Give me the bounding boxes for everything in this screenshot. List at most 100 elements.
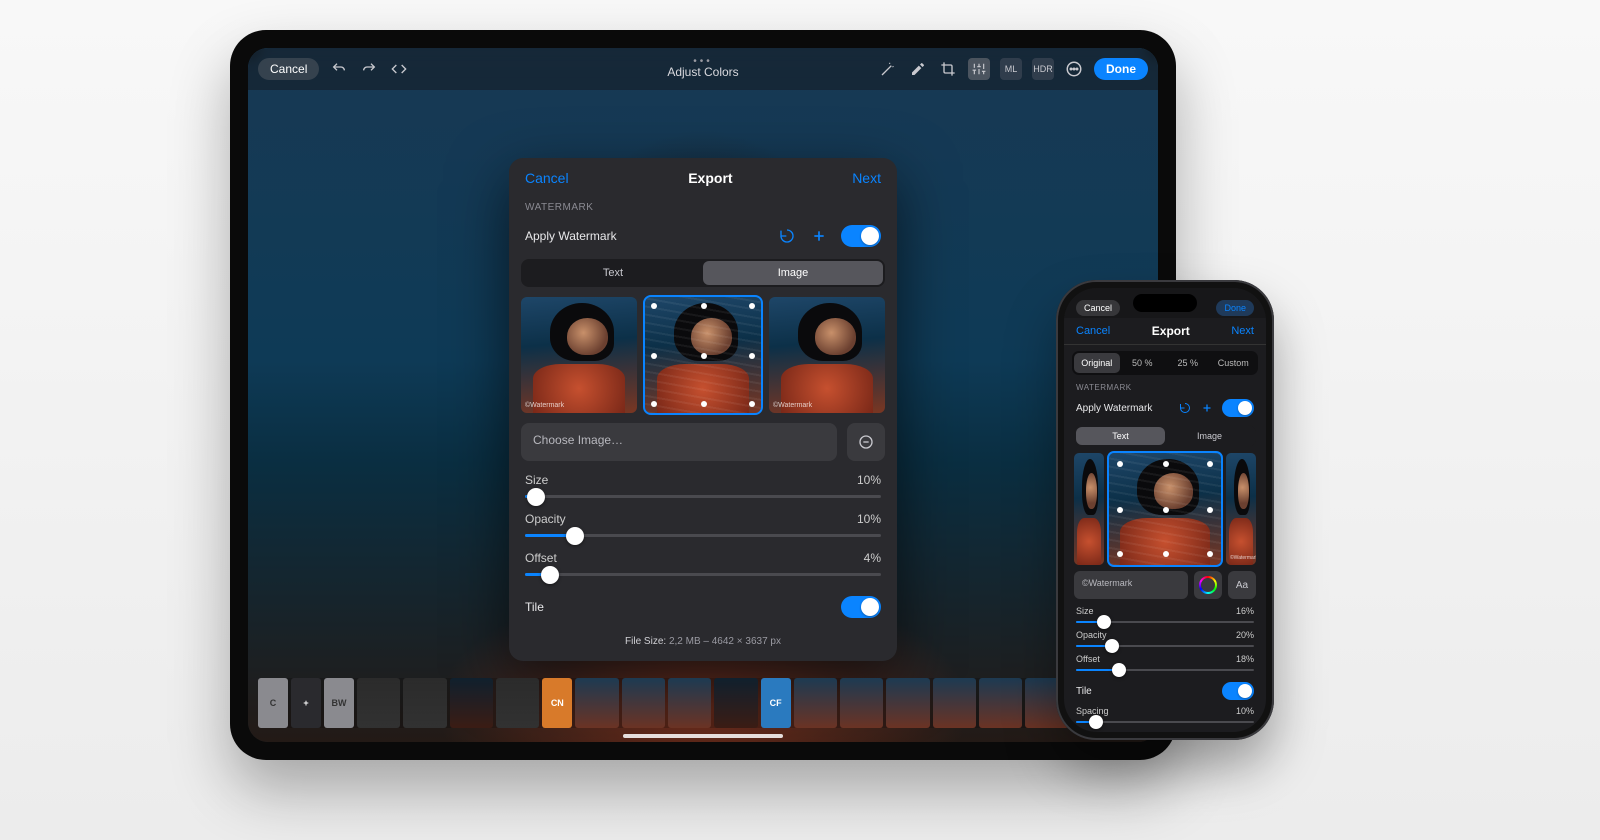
tile-toggle[interactable] bbox=[841, 596, 881, 618]
preset-thumb[interactable] bbox=[622, 678, 665, 728]
preset-thumb[interactable] bbox=[794, 678, 837, 728]
reset-icon[interactable] bbox=[777, 226, 797, 246]
done-button[interactable]: Done bbox=[1216, 300, 1254, 316]
modal-next-button[interactable]: Next bbox=[852, 170, 881, 186]
color-picker-button[interactable] bbox=[1194, 571, 1222, 599]
screen-title: Adjust Colors bbox=[667, 65, 738, 79]
preset-thumb[interactable] bbox=[575, 678, 618, 728]
tab-image[interactable]: Image bbox=[703, 261, 883, 285]
apply-watermark-toggle[interactable] bbox=[841, 225, 881, 247]
modal-title: Export bbox=[688, 170, 732, 186]
size-value: 16% bbox=[1236, 606, 1254, 616]
cancel-button[interactable]: Cancel bbox=[1076, 300, 1120, 316]
preset-thumb[interactable] bbox=[668, 678, 711, 728]
wand-icon[interactable] bbox=[878, 59, 898, 79]
offset-track[interactable] bbox=[1076, 669, 1254, 671]
file-size-footer: File Size: 2,2 MB – 4642 × 3637 px bbox=[509, 626, 897, 661]
opacity-value: 20% bbox=[1236, 630, 1254, 640]
preview-left[interactable] bbox=[1074, 453, 1104, 565]
tab-text[interactable]: Text bbox=[523, 261, 703, 285]
watermark-type-segment: Text Image bbox=[1074, 425, 1256, 447]
preset-thumb[interactable] bbox=[496, 678, 539, 728]
preset-label-bw[interactable]: BW bbox=[324, 678, 354, 728]
modal-title: Export bbox=[1152, 324, 1190, 338]
preset-thumb[interactable] bbox=[450, 678, 493, 728]
ml-icon[interactable]: ML bbox=[1000, 58, 1022, 80]
size-slider: Size 10% bbox=[509, 471, 897, 510]
modal-cancel-button[interactable]: Cancel bbox=[525, 170, 569, 186]
pencil-icon[interactable] bbox=[908, 59, 928, 79]
size-50[interactable]: 50 % bbox=[1120, 353, 1166, 373]
preset-thumb[interactable] bbox=[403, 678, 446, 728]
code-icon[interactable] bbox=[389, 59, 409, 79]
modal-next-button[interactable]: Next bbox=[1231, 325, 1254, 337]
watermark-previews: ©Watermark ©Watermark bbox=[509, 297, 897, 423]
preset-label-cn[interactable]: CN bbox=[542, 678, 572, 728]
font-button[interactable]: Aa bbox=[1228, 571, 1256, 599]
apply-watermark-toggle[interactable] bbox=[1222, 399, 1254, 417]
size-label: Size bbox=[1076, 606, 1094, 616]
size-track[interactable] bbox=[525, 495, 881, 498]
editor-topbar: Cancel ••• Adjust Colors ML HDR Done bbox=[248, 48, 1158, 90]
watermark-section-label: WATERMARK bbox=[1064, 381, 1266, 394]
dynamic-island bbox=[1133, 294, 1197, 312]
done-button[interactable]: Done bbox=[1094, 58, 1148, 80]
opacity-track[interactable] bbox=[1076, 645, 1254, 647]
spacing-track[interactable] bbox=[1076, 721, 1254, 723]
size-25[interactable]: 25 % bbox=[1165, 353, 1211, 373]
watermark-text-field[interactable]: ©Watermark bbox=[1074, 571, 1188, 599]
offset-label: Offset bbox=[1076, 654, 1100, 664]
watermark-type-segment: Text Image bbox=[521, 259, 885, 287]
hdr-icon[interactable]: HDR bbox=[1032, 58, 1054, 80]
preset-thumb[interactable] bbox=[979, 678, 1022, 728]
preview-center[interactable] bbox=[645, 297, 761, 413]
undo-icon[interactable] bbox=[329, 59, 349, 79]
tab-text[interactable]: Text bbox=[1076, 427, 1165, 445]
add-icon[interactable] bbox=[809, 226, 829, 246]
reset-icon[interactable] bbox=[1178, 401, 1192, 415]
preset-thumb[interactable] bbox=[840, 678, 883, 728]
preview-center[interactable] bbox=[1109, 453, 1221, 565]
offset-value: 18% bbox=[1236, 654, 1254, 664]
ipad-device: Cancel ••• Adjust Colors ML HDR Done bbox=[230, 30, 1176, 760]
add-icon[interactable] bbox=[1200, 401, 1214, 415]
preset-add-button[interactable]: + bbox=[291, 678, 321, 728]
preset-thumb[interactable] bbox=[886, 678, 929, 728]
cancel-button[interactable]: Cancel bbox=[258, 58, 319, 80]
size-custom[interactable]: Custom bbox=[1211, 353, 1257, 373]
adjust-icon[interactable] bbox=[968, 58, 990, 80]
preview-left[interactable]: ©Watermark bbox=[521, 297, 637, 413]
size-track[interactable] bbox=[1076, 621, 1254, 623]
preset-thumb[interactable] bbox=[357, 678, 400, 728]
preview-right[interactable]: ©Watermark bbox=[769, 297, 885, 413]
crop-icon[interactable] bbox=[938, 59, 958, 79]
iphone-device: Cancel Done Cancel Export Next Original … bbox=[1056, 280, 1274, 740]
modal-cancel-button[interactable]: Cancel bbox=[1076, 325, 1110, 337]
tab-image[interactable]: Image bbox=[1165, 427, 1254, 445]
file-size-footer: File Size: 2,7 MB – 4642 × 3637 px bbox=[1064, 729, 1266, 732]
spacing-slider: Spacing10% bbox=[1064, 705, 1266, 729]
offset-label: Offset bbox=[525, 551, 557, 565]
preset-thumb[interactable] bbox=[714, 678, 757, 728]
options-button[interactable] bbox=[847, 423, 885, 461]
size-value: 10% bbox=[857, 473, 881, 487]
opacity-slider: Opacity 20% bbox=[1064, 629, 1266, 653]
size-original[interactable]: Original bbox=[1074, 353, 1120, 373]
offset-slider: Offset 18% bbox=[1064, 653, 1266, 677]
choose-image-button[interactable]: Choose Image… bbox=[521, 423, 837, 461]
opacity-track[interactable] bbox=[525, 534, 881, 537]
offset-value: 4% bbox=[864, 551, 881, 565]
preset-label-cf[interactable]: CF bbox=[761, 678, 791, 728]
export-size-segment: Original 50 % 25 % Custom bbox=[1072, 351, 1258, 375]
tile-toggle[interactable] bbox=[1222, 682, 1254, 700]
redo-icon[interactable] bbox=[359, 59, 379, 79]
opacity-label: Opacity bbox=[1076, 630, 1107, 640]
more-icon[interactable] bbox=[1064, 59, 1084, 79]
preset-thumb[interactable] bbox=[933, 678, 976, 728]
tile-label: Tile bbox=[525, 600, 544, 614]
size-label: Size bbox=[525, 473, 548, 487]
offset-slider: Offset 4% bbox=[509, 549, 897, 588]
offset-track[interactable] bbox=[525, 573, 881, 576]
preview-right[interactable]: ©Watermark bbox=[1226, 453, 1256, 565]
preset-label-c[interactable]: C bbox=[258, 678, 288, 728]
